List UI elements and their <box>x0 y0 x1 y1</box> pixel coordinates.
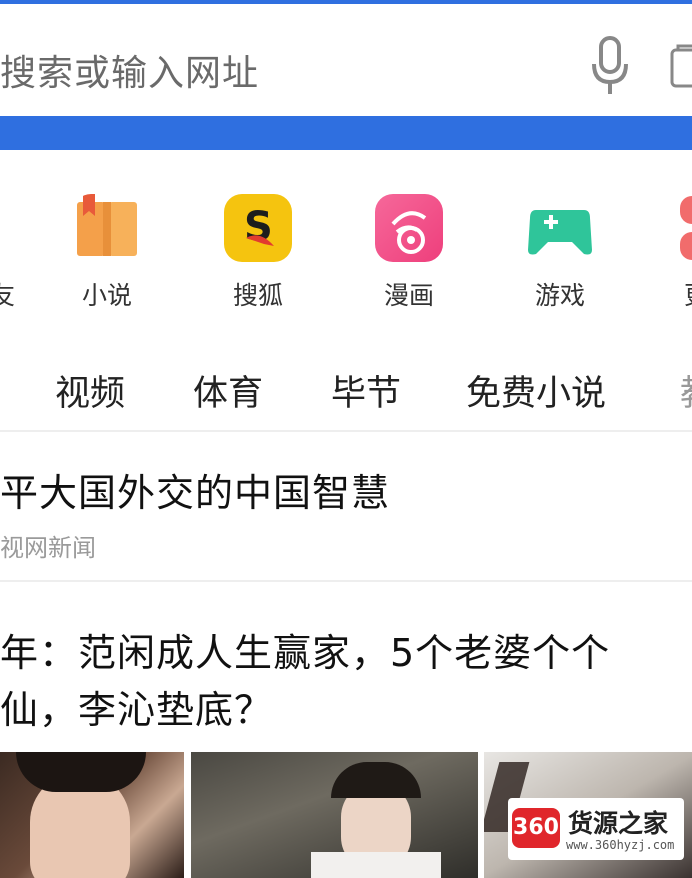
shortcut-label: 漫画 <box>383 281 434 310</box>
tab-video[interactable]: 视频 <box>55 365 125 416</box>
tabs-icon[interactable] <box>670 44 692 88</box>
comic-icon <box>375 194 443 262</box>
news-divider <box>0 580 692 582</box>
news-title[interactable]: 平大国外交的中国智慧 <box>0 462 390 517</box>
shortcut-label: 小说 <box>81 281 132 310</box>
news-thumbnail[interactable] <box>0 752 184 878</box>
tab-free-novels[interactable]: 免费小说 <box>466 365 606 416</box>
portrait-hair <box>16 752 146 792</box>
search-bar[interactable]: 搜索或输入网址 <box>0 4 692 116</box>
more-icon-dot <box>680 232 692 260</box>
watermark-logo: 360 <box>512 808 560 848</box>
novel-book-icon <box>73 194 141 262</box>
shortcut-novel[interactable]: 小说 <box>62 194 152 312</box>
shortcut-partial-right-label[interactable]: 更 <box>684 276 692 312</box>
shortcut-games[interactable]: 游戏 <box>515 194 605 312</box>
channel-divider <box>0 430 692 432</box>
shortcut-partial-right[interactable] <box>680 196 692 264</box>
tab-partial[interactable]: 教 <box>680 365 692 416</box>
tab-bijie[interactable]: 毕节 <box>331 365 401 416</box>
sohu-logo-icon: S <box>224 194 292 262</box>
tab-sports[interactable]: 体育 <box>193 365 263 416</box>
shortcut-label: 搜狐 <box>232 281 283 310</box>
gamepad-icon <box>526 194 594 262</box>
shortcut-label: 游戏 <box>534 281 585 310</box>
portrait-robe <box>311 852 441 878</box>
portrait-hair <box>331 762 421 798</box>
search-input[interactable]: 搜索或输入网址 <box>0 44 259 96</box>
more-icon <box>680 196 692 224</box>
watermark-title: 货源之家 <box>568 809 669 838</box>
news-title-line-1[interactable]: 年：范闲成人生赢家，5个老婆个个 <box>0 622 610 677</box>
news-thumbnail[interactable] <box>191 752 478 878</box>
shortcut-partial-left-label[interactable]: 友 <box>0 276 15 312</box>
shortcut-comic[interactable]: 漫画 <box>364 194 454 312</box>
search-underline-band <box>0 116 692 150</box>
news-source: 视网新闻 <box>0 534 96 562</box>
shortcut-sohu[interactable]: S 搜狐 <box>213 194 303 312</box>
watermark-url: www.360hyzj.com <box>566 838 675 852</box>
microphone-icon[interactable] <box>590 36 630 96</box>
news-title-line-2[interactable]: 仙，李沁垫底？ <box>0 679 273 734</box>
watermark: 360 货源之家 www.360hyzj.com <box>508 798 684 860</box>
